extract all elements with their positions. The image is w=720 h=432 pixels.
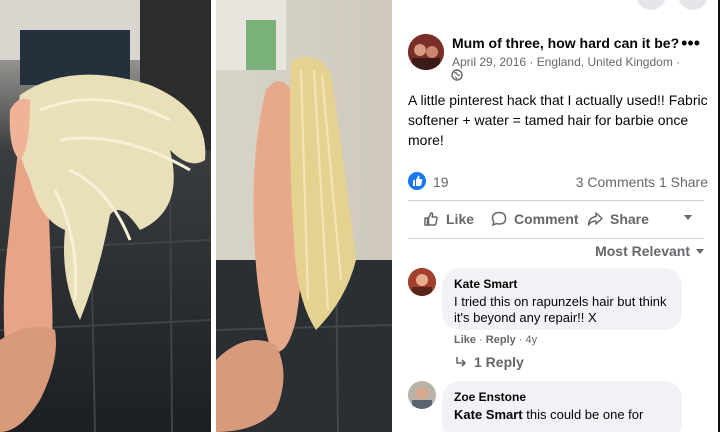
globe-icon <box>451 69 463 81</box>
top-control-button[interactable] <box>636 0 666 10</box>
comment-button[interactable]: Comment <box>490 207 579 231</box>
comment-age[interactable]: 4y <box>526 334 538 346</box>
reaction-summary: 19 3 Comments 1 Share <box>408 172 708 192</box>
like-count[interactable]: 19 <box>433 174 449 190</box>
comments-shares-count[interactable]: 3 Comments 1 Share <box>576 174 708 190</box>
replies-label: 1 Reply <box>474 354 524 370</box>
author-name[interactable]: Mum of three, how hard can it be? <box>452 35 679 51</box>
comment-text: this could be one for <box>522 407 644 422</box>
thumbs-up-icon <box>424 212 438 226</box>
divider <box>408 238 704 239</box>
post-text: A little pinterest hack that I actually … <box>408 92 708 148</box>
comment-mention[interactable]: Kate Smart <box>454 407 523 422</box>
sort-label: Most Relevant <box>595 243 690 259</box>
meta-separator: · <box>526 55 537 69</box>
comment-text: I tried this on rapunzels hair but think… <box>454 294 667 325</box>
share-label: Share <box>610 211 649 227</box>
post-actions: Like Comment Share <box>408 207 704 231</box>
view-replies-link[interactable]: 1 Reply <box>454 354 524 370</box>
like-reaction-icon[interactable] <box>408 172 426 190</box>
top-control-button[interactable] <box>678 0 708 10</box>
photo-after[interactable] <box>216 0 392 432</box>
share-button[interactable]: Share <box>586 207 649 231</box>
meta-separator-2: · <box>672 55 681 69</box>
photo-before[interactable] <box>0 0 211 432</box>
post-photos[interactable] <box>0 0 392 432</box>
post-location[interactable]: England, United Kingdom <box>537 55 673 69</box>
like-label: Like <box>446 211 475 227</box>
top-controls <box>636 0 708 10</box>
post-meta: April 29, 2016 · England, United Kingdom… <box>452 55 680 69</box>
divider <box>408 200 704 201</box>
author-avatar[interactable] <box>408 34 444 70</box>
comment-bubble: Kate Smart I tried this on rapunzels hai… <box>442 268 682 330</box>
comment-bubble-icon <box>491 211 507 227</box>
commenter-avatar[interactable] <box>408 268 436 296</box>
comment-bubble: Zoe Enstone Kate Smart this could be one… <box>442 381 682 432</box>
more-options-icon[interactable]: ••• <box>681 34 700 52</box>
post-date[interactable]: April 29, 2016 <box>452 55 526 69</box>
chevron-down-icon <box>696 248 704 254</box>
like-button[interactable]: Like <box>422 207 474 231</box>
comment-reply-link[interactable]: Reply <box>486 334 516 346</box>
audience-caret-icon[interactable] <box>684 215 692 220</box>
comment-actions: Like · Reply · 4y <box>454 334 538 346</box>
facebook-post-panel: Mum of three, how hard can it be? April … <box>392 0 720 432</box>
commenter-avatar[interactable] <box>408 381 436 409</box>
comment-sort-dropdown[interactable]: Most Relevant <box>595 243 704 259</box>
comment-like-link[interactable]: Like <box>454 334 476 346</box>
commenter-name[interactable]: Zoe Enstone <box>454 389 670 405</box>
comment-label: Comment <box>514 211 579 227</box>
share-arrow-icon <box>587 212 603 226</box>
commenter-name[interactable]: Kate Smart <box>454 276 670 292</box>
reply-arrow-icon <box>456 357 466 367</box>
